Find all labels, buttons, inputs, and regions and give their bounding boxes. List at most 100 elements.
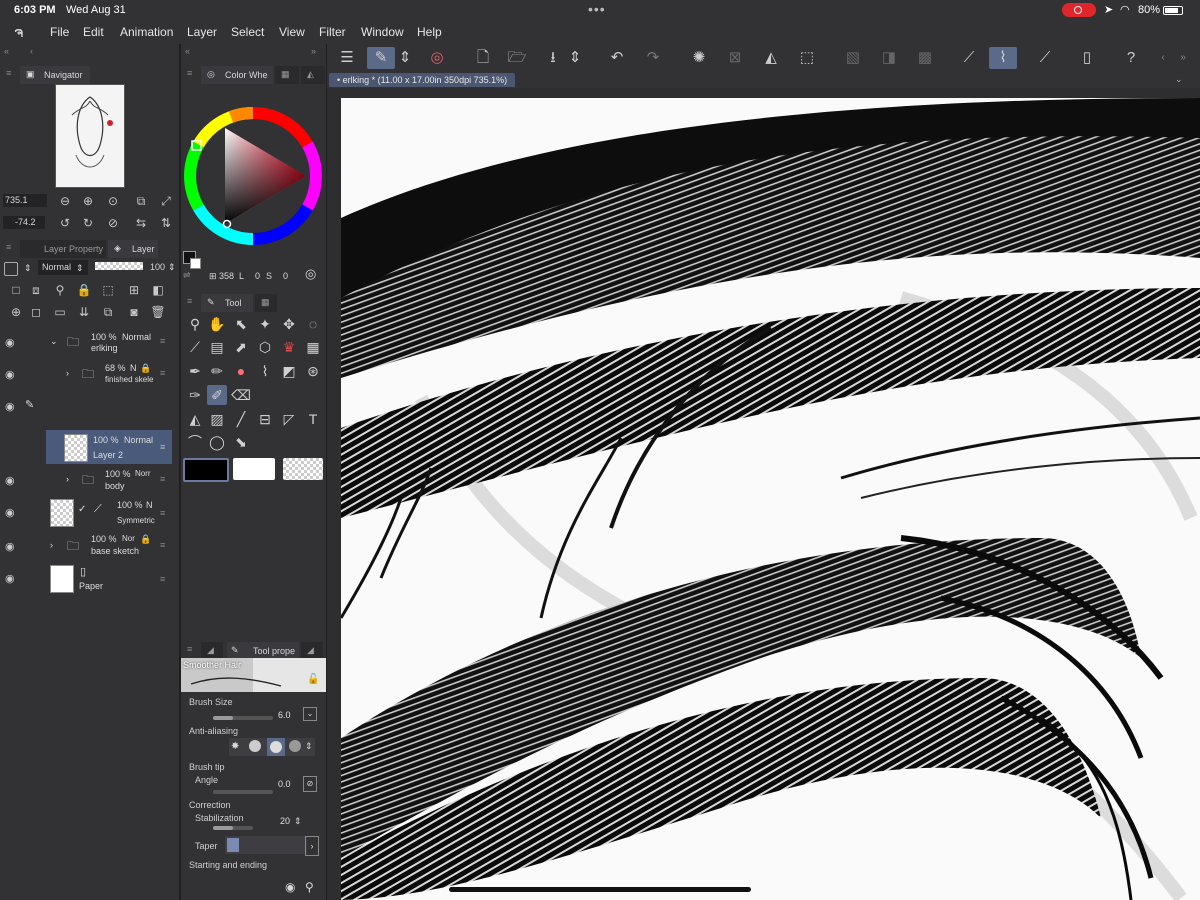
chevron-updown-icon[interactable]: ⇕ (294, 816, 302, 827)
pattern-icon[interactable]: ⊛ (303, 361, 323, 381)
sub-tool-tab[interactable]: ▦ (255, 294, 277, 312)
drawing-canvas[interactable] (341, 98, 1200, 900)
chevron-updown-icon[interactable]: ⇕ (305, 741, 313, 752)
home-indicator[interactable] (449, 887, 751, 892)
collapse-column-icon[interactable]: « (4, 46, 9, 56)
layer-row-selected[interactable]: 100 % Normal Layer 2 ≡ (46, 430, 172, 464)
layer-row[interactable]: ◉ ▯ Paper ≡ (0, 562, 179, 596)
background-color-swatch[interactable] (190, 258, 201, 269)
color-set-tab[interactable]: ▦ (275, 66, 299, 84)
lock-layer-icon[interactable]: 🔒 (76, 282, 92, 298)
color-history-tab[interactable]: ◭ (301, 66, 325, 84)
taper-selector[interactable] (225, 836, 307, 854)
document-tab[interactable]: • erlking * (11.00 x 17.00in 350dpi 735.… (329, 73, 516, 87)
new-vector-layer-icon[interactable]: ◻ (28, 304, 44, 320)
menu-animation[interactable]: Animation (120, 25, 173, 39)
angle-value[interactable]: 0.0 (278, 779, 291, 789)
brush-size-slider[interactable] (213, 716, 273, 720)
dropdown-icon[interactable]: ⌄ (303, 707, 317, 721)
smartphone-icon[interactable]: ▯ (1073, 47, 1101, 69)
3d-object-icon[interactable]: ⬡ (255, 337, 275, 357)
layer-color-toggle[interactable] (4, 262, 18, 276)
open-file-icon[interactable]: 🗁 (503, 47, 531, 69)
flip-vertical-icon[interactable]: ⇅ (158, 215, 174, 231)
speech-bubble-icon[interactable]: ◯ (207, 432, 227, 452)
deselect-icon[interactable]: ▧ (839, 47, 867, 69)
layer-row[interactable]: ◉ › 🗀 100 % Nor 🔒 base sketch ≡ (0, 530, 179, 562)
lock-icon[interactable]: 🔓 (307, 674, 319, 685)
menu-file[interactable]: File (50, 25, 69, 39)
expand-icon[interactable]: » (1175, 47, 1191, 69)
rotate-reset-icon[interactable]: ⊘ (105, 215, 121, 231)
operation-tool-icon[interactable]: ⬉ (231, 314, 251, 334)
pointer-tool-icon[interactable]: ⬊ (231, 432, 251, 452)
color-wheel[interactable] (181, 88, 326, 253)
expand-right-icon[interactable]: » (311, 46, 316, 56)
chevron-right-icon[interactable]: › (66, 368, 69, 378)
zoom-in-icon[interactable]: ⊕ (80, 193, 96, 209)
aa-strong-icon[interactable] (289, 740, 301, 752)
check-icon[interactable]: ✓ (78, 504, 86, 515)
taper-option-active[interactable] (227, 838, 239, 852)
decoration-brush-icon-active[interactable]: ✐ (207, 385, 227, 405)
companion-mode-icon[interactable]: ◎ (423, 47, 451, 69)
zoom-out-icon[interactable]: ⊖ (57, 193, 73, 209)
text-tool-icon[interactable]: T (303, 409, 323, 429)
aa-medium-icon-active[interactable] (267, 738, 285, 756)
show-selection-icon[interactable]: ▩ (911, 47, 939, 69)
hamburger-menu-icon[interactable]: ☰ (333, 47, 361, 69)
swap-color-icon[interactable]: ⇌ (183, 270, 191, 281)
new-folder-icon[interactable]: ▭ (52, 304, 68, 320)
brush-size-value[interactable]: 6.0 (278, 710, 291, 720)
new-file-icon[interactable]: 🗋 (469, 47, 497, 69)
panel-menu-icon[interactable]: ≡ (187, 644, 192, 654)
new-layer-icon[interactable]: ⊕ (8, 304, 24, 320)
gradient-map-icon[interactable]: ◩ (279, 361, 299, 381)
move-tool-icon[interactable]: ✥ (279, 314, 299, 334)
drag-handle-icon[interactable]: ≡ (160, 368, 165, 378)
main-color-chip[interactable] (183, 458, 229, 482)
app-logo-icon[interactable]: ຈ (14, 23, 23, 41)
menu-filter[interactable]: Filter (319, 25, 346, 39)
chevron-down-icon[interactable]: ⌄ (50, 336, 58, 347)
drag-handle-icon[interactable]: ≡ (160, 574, 165, 584)
layer-tab[interactable]: ◈ Layer (108, 240, 158, 258)
anti-aliasing-selector[interactable]: ✸ ⇕ (229, 738, 315, 756)
opacity-value[interactable]: 100 (150, 262, 165, 272)
color-mode-icon[interactable]: ◎ (305, 266, 316, 282)
magic-wand-icon[interactable]: ✦ (255, 314, 275, 334)
collapse-left-icon[interactable]: ‹ (30, 46, 33, 56)
fit-navigator-icon[interactable]: ⤢ (158, 193, 174, 209)
screen-record-indicator[interactable] (1062, 3, 1096, 17)
fit-screen-icon[interactable]: ⧉ (133, 193, 149, 209)
clear-icon[interactable]: ⊠ (721, 47, 749, 69)
menu-view[interactable]: View (279, 25, 305, 39)
balloon-tool-icon[interactable]: ◸ (279, 409, 299, 429)
airbrush-icon[interactable]: ● (231, 361, 251, 381)
opacity-slider[interactable] (95, 262, 143, 270)
correct-line-icon[interactable]: ⌒ (185, 432, 205, 452)
eye-icon[interactable]: ◉ (5, 572, 15, 585)
chevron-right-icon[interactable]: › (305, 836, 319, 856)
eye-icon[interactable]: ◉ (5, 506, 15, 519)
drag-handle-icon[interactable]: ≡ (160, 336, 165, 346)
fill-bucket-icon[interactable]: ◭ (185, 409, 205, 429)
layer-row[interactable]: ◉ › 🗀 68 % N 🔒 finished skele ≡ (0, 358, 179, 390)
menu-window[interactable]: Window (361, 25, 404, 39)
navigator-tab[interactable]: ▣ Navigator (20, 66, 90, 84)
menu-select[interactable]: Select (231, 25, 264, 39)
panel-menu-icon[interactable]: ≡ (6, 68, 11, 78)
brush-quick-icon[interactable]: ⌇ (989, 47, 1017, 69)
pencil-tool-icon[interactable]: ✏ (207, 361, 227, 381)
undo-icon[interactable]: ↶ (603, 47, 631, 69)
eyedropper-icon[interactable]: ⟋ (185, 337, 205, 357)
chevron-right-icon[interactable]: › (66, 474, 69, 484)
chevron-updown-icon[interactable]: ⇕ (168, 262, 176, 273)
frame-border-icon[interactable]: ⊟ (255, 409, 275, 429)
new-raster-layer-icon[interactable]: □ (8, 282, 24, 298)
transform-icon[interactable]: ⬚ (793, 47, 821, 69)
fill-icon[interactable]: ◭ (757, 47, 785, 69)
menu-layer[interactable]: Layer (187, 25, 217, 39)
layer-property-tab[interactable]: Layer Property (20, 240, 106, 258)
eraser-icon[interactable]: ⌫ (231, 385, 251, 405)
